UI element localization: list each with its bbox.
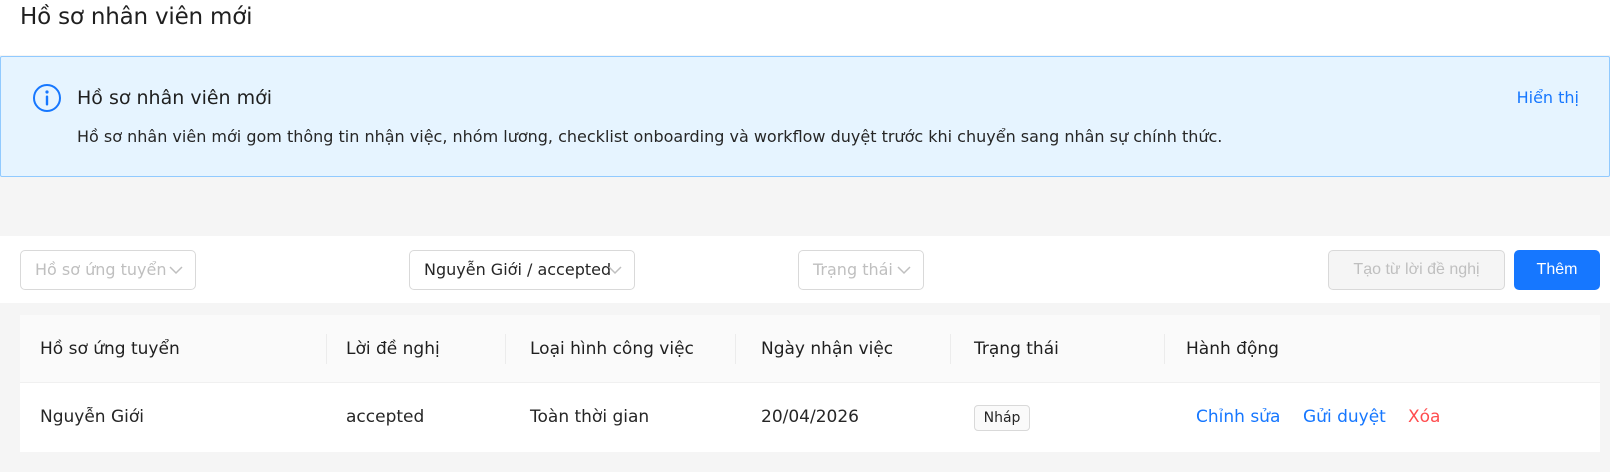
chevron-down-icon	[897, 266, 911, 275]
column-header-status: Trạng thái	[974, 339, 1059, 359]
column-header-actions: Hành động	[1186, 339, 1279, 359]
alert-title: Hồ sơ nhân viên mới	[77, 87, 273, 109]
offer-select[interactable]: Nguyễn Giới / accepted	[409, 250, 635, 290]
onboarding-table: Hồ sơ ứng tuyển Lời đề nghị Loại hình cô…	[20, 315, 1600, 452]
table-row: Nguyễn Giới accepted Toàn thời gian 20/0…	[20, 383, 1600, 452]
column-divider	[326, 334, 327, 364]
column-divider	[1164, 334, 1165, 364]
column-divider	[505, 334, 506, 364]
chevron-down-icon	[608, 266, 622, 275]
chevron-down-icon	[169, 266, 183, 275]
cell-offer: accepted	[346, 407, 425, 427]
submit-approval-link[interactable]: Gửi duyệt	[1303, 383, 1386, 452]
offer-select-value: Nguyễn Giới / accepted	[424, 260, 612, 279]
cell-candidate: Nguyễn Giới	[40, 407, 145, 427]
status-select[interactable]: Trạng thái	[798, 250, 924, 290]
info-icon	[33, 84, 61, 112]
column-divider	[735, 334, 736, 364]
status-select-placeholder: Trạng thái	[813, 260, 893, 279]
candidate-select[interactable]: Hồ sơ ứng tuyển	[20, 250, 196, 290]
candidate-select-placeholder: Hồ sơ ứng tuyển	[35, 260, 167, 279]
edit-link[interactable]: Chỉnh sửa	[1196, 383, 1280, 452]
add-button[interactable]: Thêm	[1514, 250, 1600, 290]
page-header: Hồ sơ nhân viên mới	[0, 0, 1610, 55]
cell-start-date: 20/04/2026	[761, 407, 859, 427]
delete-link[interactable]: Xóa	[1408, 383, 1440, 452]
info-alert: Hồ sơ nhân viên mới Hồ sơ nhân viên mới …	[0, 56, 1610, 177]
filter-toolbar: Hồ sơ ứng tuyển Nguyễn Giới / accepted T…	[0, 236, 1610, 303]
alert-show-link[interactable]: Hiển thị	[1517, 87, 1579, 109]
column-header-start-date: Ngày nhận việc	[761, 339, 894, 359]
column-header-job-type: Loại hình công việc	[530, 339, 694, 359]
column-header-offer: Lời đề nghị	[346, 339, 440, 359]
cell-job-type: Toàn thời gian	[530, 407, 650, 427]
table-header: Hồ sơ ứng tuyển Lời đề nghị Loại hình cô…	[20, 315, 1600, 383]
column-divider	[950, 334, 951, 364]
status-badge: Nháp	[974, 405, 1030, 431]
create-from-offer-button[interactable]: Tạo từ lời đề nghị	[1328, 250, 1505, 290]
column-header-candidate: Hồ sơ ứng tuyển	[40, 339, 180, 359]
alert-description: Hồ sơ nhân viên mới gom thông tin nhận v…	[77, 127, 1223, 146]
page-title: Hồ sơ nhân viên mới	[20, 4, 253, 30]
